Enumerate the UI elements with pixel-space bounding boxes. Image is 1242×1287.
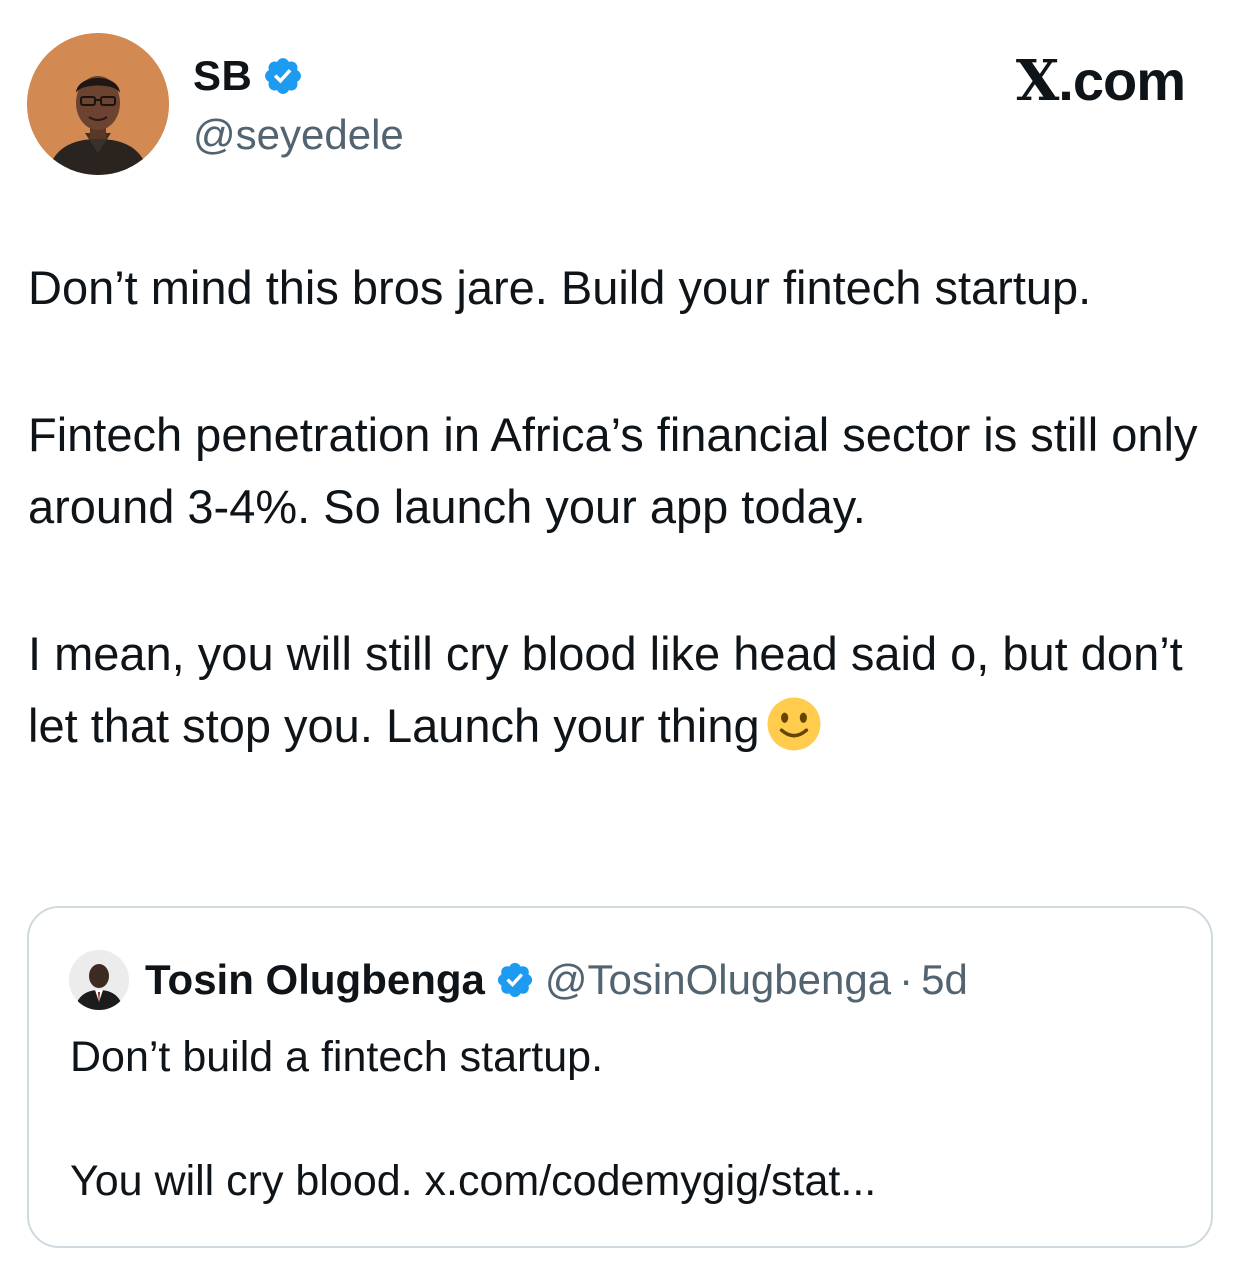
quoted-author-avatar[interactable]	[69, 950, 129, 1010]
tweet-paragraph-text: I mean, you will still cry blood like he…	[28, 627, 1183, 752]
quoted-author-handle[interactable]: @TosinOlugbenga	[545, 956, 891, 1004]
quoted-tweet-paragraph: You will cry blood. x.com/codemygig/stat…	[70, 1157, 877, 1205]
x-com-logo: X.com	[1015, 48, 1186, 114]
quoted-tweet-card[interactable]: Tosin Olugbenga @TosinOlugbenga · 5d Don…	[27, 906, 1213, 1248]
verified-badge-icon	[265, 58, 302, 94]
quoted-tweet-text: Don’t build a fintech startup. You will …	[70, 1026, 1170, 1274]
tweet-paragraph: Don’t mind this bros jare. Build your fi…	[28, 261, 1092, 314]
author-display-name[interactable]: SB	[193, 52, 252, 100]
x-logo-icon: X	[1015, 48, 1059, 114]
author-name-row: SB	[193, 51, 304, 101]
tweet-paragraph: Fintech penetration in Africa’s financia…	[28, 408, 1198, 533]
tweet-text: Don’t mind this bros jare. Build your fi…	[28, 252, 1218, 837]
verified-badge-icon	[497, 962, 532, 998]
tweet-header: SB @seyedele X.com	[27, 33, 1217, 175]
brand-suffix: .com	[1058, 49, 1186, 112]
separator-dot: ·	[899, 956, 914, 1003]
slightly-smiling-face-icon	[767, 697, 821, 751]
author-handle[interactable]: @seyedele	[193, 111, 404, 159]
author-avatar[interactable]	[27, 33, 169, 175]
quoted-tweet-paragraph: Don’t build a fintech startup.	[70, 1033, 604, 1081]
tweet-paragraph-last: I mean, you will still cry blood like he…	[28, 618, 1218, 762]
quoted-tweet-header: Tosin Olugbenga @TosinOlugbenga · 5d	[69, 950, 968, 1010]
quoted-tweet-time[interactable]: 5d	[921, 956, 968, 1004]
quoted-author-name[interactable]: Tosin Olugbenga	[145, 956, 485, 1004]
